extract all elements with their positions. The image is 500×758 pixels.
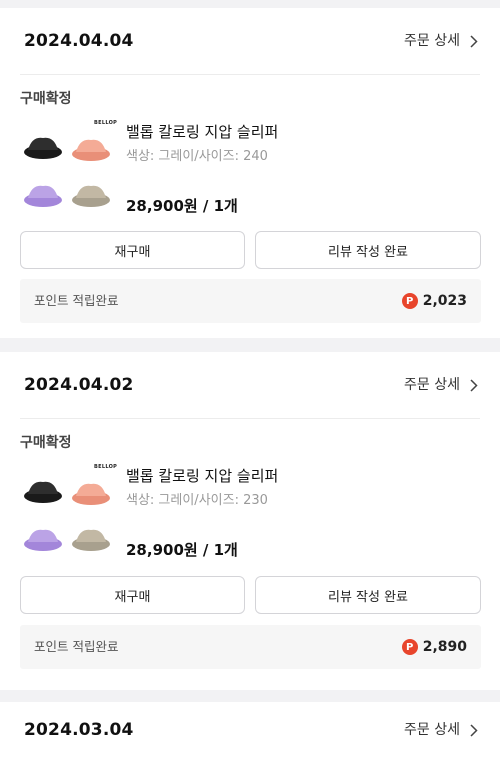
- order-card: 2024.04.02 주문 상세 구매확정 BELLOP 밸롭 칼로링 지압 슬…: [0, 352, 500, 690]
- points-summary: 포인트 적립완료 P 2,890: [20, 625, 481, 669]
- review-complete-button[interactable]: 리뷰 작성 완료: [255, 231, 481, 269]
- slipper-gray-image: [72, 529, 110, 551]
- order-status: 구매확정: [20, 435, 72, 451]
- order-header: 2024.03.04 주문 상세: [0, 702, 500, 758]
- slipper-pink-image: [72, 483, 110, 505]
- chevron-right-icon: [470, 378, 478, 392]
- brand-mark: BELLOP: [94, 464, 118, 470]
- order-status: 구매확정: [20, 91, 72, 107]
- brand-mark: BELLOP: [94, 120, 118, 126]
- chevron-right-icon: [470, 34, 478, 48]
- order-header: 2024.04.04 주문 상세: [0, 8, 500, 74]
- order-detail-label: 주문 상세: [404, 377, 460, 393]
- chevron-right-icon: [470, 723, 478, 737]
- points-amount-wrap: P 2,890: [401, 625, 467, 669]
- slipper-pink-image: [72, 139, 110, 161]
- product-thumbnail[interactable]: BELLOP: [22, 120, 117, 220]
- reorder-button[interactable]: 재구매: [20, 576, 245, 614]
- reorder-button[interactable]: 재구매: [20, 231, 245, 269]
- header-divider: [20, 418, 480, 419]
- product-price-qty: 28,900원 / 1개: [126, 541, 238, 559]
- points-amount: 2,890: [422, 639, 467, 655]
- order-card: 2024.04.04 주문 상세 구매확정 BELLOP 밸롭 칼로링 지압 슬…: [0, 8, 500, 338]
- order-date: 2024.03.04: [24, 720, 134, 740]
- product-name[interactable]: 밸롭 칼로링 지압 슬리퍼: [126, 121, 278, 142]
- product-name[interactable]: 밸롭 칼로링 지압 슬리퍼: [126, 465, 278, 486]
- points-amount-wrap: P 2,023: [401, 279, 467, 323]
- order-detail-label: 주문 상세: [404, 722, 460, 738]
- points-summary: 포인트 적립완료 P 2,023: [20, 279, 481, 323]
- slipper-black-image: [24, 137, 62, 159]
- points-label: 포인트 적립완료: [34, 293, 119, 308]
- order-date: 2024.04.04: [24, 31, 134, 51]
- order-date: 2024.04.02: [24, 375, 134, 395]
- product-thumbnail[interactable]: BELLOP: [22, 464, 117, 564]
- points-label: 포인트 적립완료: [34, 639, 119, 654]
- slipper-black-image: [24, 481, 62, 503]
- order-header: 2024.04.02 주문 상세: [0, 352, 500, 418]
- points-coin-icon: P: [401, 639, 418, 655]
- slipper-purple-image: [24, 185, 62, 207]
- order-card: 2024.03.04 주문 상세: [0, 702, 500, 758]
- product-option: 색상: 그레이/사이즈: 230: [126, 493, 268, 508]
- order-detail-link[interactable]: 주문 상세: [404, 702, 478, 758]
- points-coin-icon: P: [401, 293, 418, 309]
- order-detail-link[interactable]: 주문 상세: [404, 352, 478, 418]
- slipper-purple-image: [24, 529, 62, 551]
- header-divider: [20, 74, 480, 75]
- review-complete-button[interactable]: 리뷰 작성 완료: [255, 576, 481, 614]
- order-detail-link[interactable]: 주문 상세: [404, 8, 478, 74]
- product-price-qty: 28,900원 / 1개: [126, 197, 238, 215]
- order-detail-label: 주문 상세: [404, 33, 460, 49]
- slipper-gray-image: [72, 185, 110, 207]
- product-option: 색상: 그레이/사이즈: 240: [126, 149, 268, 164]
- points-amount: 2,023: [422, 293, 467, 309]
